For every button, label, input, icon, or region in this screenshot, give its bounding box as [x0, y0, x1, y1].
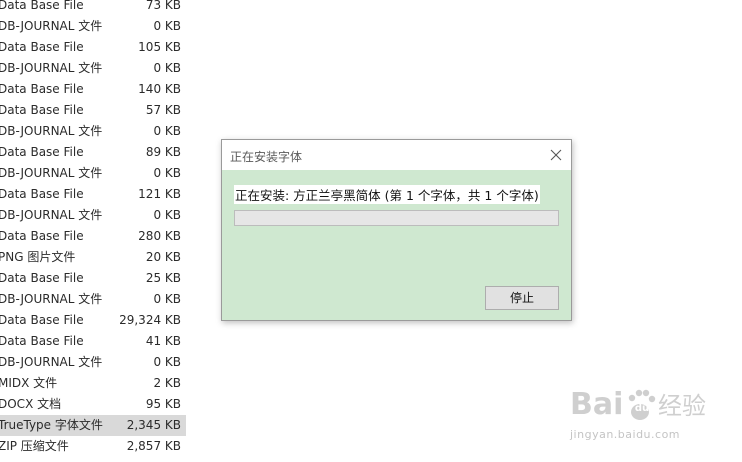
file-row[interactable]: Data Base File 121 KB	[0, 184, 186, 205]
dialog-title: 正在安装字体	[230, 150, 303, 164]
file-type: Data Base File	[0, 40, 84, 54]
file-size: 0 KB	[153, 292, 181, 306]
file-type: Data Base File	[0, 145, 84, 159]
file-row[interactable]: DB-JOURNAL 文件 0 KB	[0, 205, 186, 226]
file-size: 121 KB	[138, 187, 181, 201]
file-type: Data Base File	[0, 82, 84, 96]
file-row[interactable]: DB-JOURNAL 文件 0 KB	[0, 352, 186, 373]
file-row[interactable]: TrueType 字体文件 2,345 KB	[0, 415, 186, 436]
svg-text:Bai: Bai	[570, 387, 623, 422]
file-type: DOCX 文档	[0, 397, 62, 411]
file-row[interactable]: Data Base File 73 KB	[0, 0, 186, 16]
file-list: Data Base File 73 KB DB-JOURNAL 文件 0 KB Data…	[0, 0, 186, 457]
watermark-url: jingyan.baidu.com	[570, 428, 681, 441]
file-type: DB-JOURNAL 文件	[0, 292, 103, 306]
close-icon	[550, 149, 562, 161]
file-row[interactable]: Data Base File 89 KB	[0, 142, 186, 163]
file-row[interactable]: Data Base File 105 KB	[0, 37, 186, 58]
file-size: 0 KB	[153, 355, 181, 369]
file-size: 0 KB	[153, 166, 181, 180]
file-size: 0 KB	[153, 19, 181, 33]
file-row[interactable]: Data Base File 280 KB	[0, 226, 186, 247]
file-type: Data Base File	[0, 187, 84, 201]
file-type: DB-JOURNAL 文件	[0, 208, 103, 222]
file-type: DB-JOURNAL 文件	[0, 166, 103, 180]
baidu-logo-icon: Bai du 经验	[570, 387, 706, 422]
file-size: 2,345 KB	[126, 418, 181, 432]
svg-text:du: du	[635, 403, 649, 414]
file-type: Data Base File	[0, 271, 84, 285]
file-size: 280 KB	[138, 229, 181, 243]
file-type: DB-JOURNAL 文件	[0, 355, 103, 369]
file-row[interactable]: Data Base File 25 KB	[0, 268, 186, 289]
file-size: 89 KB	[145, 145, 181, 159]
install-progress-bar	[234, 210, 559, 226]
file-type: DB-JOURNAL 文件	[0, 124, 103, 138]
file-row[interactable]: Data Base File 140 KB	[0, 79, 186, 100]
file-size: 105 KB	[138, 40, 181, 54]
close-button[interactable]	[545, 144, 567, 166]
file-row[interactable]: DB-JOURNAL 文件 0 KB	[0, 289, 186, 310]
file-row[interactable]: Data Base File 57 KB	[0, 100, 186, 121]
file-type: Data Base File	[0, 313, 84, 327]
screen: Data Base File 73 KB DB-JOURNAL 文件 0 KB Data…	[0, 0, 742, 462]
file-row[interactable]: DB-JOURNAL 文件 0 KB	[0, 163, 186, 184]
file-row[interactable]: DOCX 文档 95 KB	[0, 394, 186, 415]
file-row[interactable]: PNG 图片文件 20 KB	[0, 247, 186, 268]
baidu-jingyan-watermark: Bai du 经验 jingyan.baidu.com	[560, 378, 720, 448]
file-size: 140 KB	[138, 82, 181, 96]
file-size: 25 KB	[145, 271, 181, 285]
svg-text:经验: 经验	[658, 392, 706, 420]
file-type: Data Base File	[0, 229, 84, 243]
file-size: 73 KB	[145, 0, 181, 12]
file-row[interactable]: DB-JOURNAL 文件 0 KB	[0, 58, 186, 79]
file-type: MIDX 文件	[0, 376, 58, 390]
file-type: Data Base File	[0, 103, 84, 117]
file-size: 0 KB	[153, 61, 181, 75]
file-size: 29,324 KB	[119, 313, 181, 327]
file-type: PNG 图片文件	[0, 250, 76, 264]
file-type: DB-JOURNAL 文件	[0, 61, 103, 75]
stop-button[interactable]: 停止	[485, 286, 559, 310]
file-size: 2 KB	[153, 376, 181, 390]
install-status-text: 正在安装: 方正兰亭黑简体 (第 1 个字体，共 1 个字体)	[234, 185, 540, 204]
file-type: Data Base File	[0, 0, 84, 12]
file-size: 0 KB	[153, 124, 181, 138]
file-size: 20 KB	[145, 250, 181, 264]
install-font-dialog: 正在安装字体 正在安装: 方正兰亭黑简体 (第 1 个字体，共 1 个字体) 停…	[221, 139, 572, 321]
file-size: 0 KB	[153, 208, 181, 222]
file-size: 41 KB	[145, 334, 181, 348]
file-row[interactable]: MIDX 文件 2 KB	[0, 373, 186, 394]
file-type: TrueType 字体文件	[0, 418, 103, 432]
file-row[interactable]: DB-JOURNAL 文件 0 KB	[0, 121, 186, 142]
file-size: 2,857 KB	[126, 439, 181, 453]
file-type: ZIP 压缩文件	[0, 439, 69, 453]
file-type: DB-JOURNAL 文件	[0, 19, 103, 33]
file-row[interactable]: DB-JOURNAL 文件 0 KB	[0, 16, 186, 37]
file-type: Data Base File	[0, 334, 84, 348]
file-size: 95 KB	[145, 397, 181, 411]
file-row[interactable]: ZIP 压缩文件 2,857 KB	[0, 436, 186, 457]
dialog-titlebar[interactable]: 正在安装字体	[222, 140, 571, 170]
file-size: 57 KB	[145, 103, 181, 117]
file-row[interactable]: Data Base File 29,324 KB	[0, 310, 186, 331]
file-row[interactable]: Data Base File 41 KB	[0, 331, 186, 352]
